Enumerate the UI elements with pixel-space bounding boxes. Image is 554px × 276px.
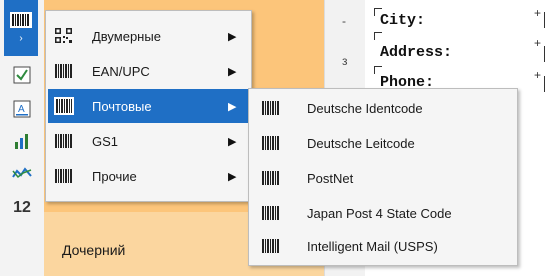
- submenu-item-label: Deutsche Leitcode: [307, 135, 415, 151]
- barcode-icon: [262, 206, 279, 220]
- menu-item-gs1[interactable]: GS1 ▶: [48, 124, 249, 158]
- barcode-icon: [55, 64, 72, 78]
- text-tool-icon: A: [13, 100, 31, 118]
- field-corner: [374, 66, 382, 74]
- submenu-item-label: Intelligent Mail (USPS): [307, 238, 438, 254]
- chevron-right-icon: ›: [19, 33, 23, 44]
- submenu-item-deutsche-identcode[interactable]: Deutsche Identcode: [251, 91, 515, 125]
- field-corner: [374, 32, 382, 40]
- postal-barcode-submenu: Deutsche Identcode Deutsche Leitcode Pos…: [248, 88, 518, 266]
- barcode-category-menu: Двумерные ▶ EAN/UPC ▶ Почтовые ▶ GS1 ▶ П…: [45, 10, 252, 202]
- submenu-arrow-icon: ▶: [228, 100, 237, 113]
- chart-tool-icon: [15, 134, 28, 149]
- barcode-icon: [55, 169, 72, 183]
- checkbox-tool-button[interactable]: [6, 62, 38, 88]
- barcode-icon: [262, 136, 279, 150]
- barcode-icon: [262, 171, 279, 185]
- submenu-item-deutsche-leitcode[interactable]: Deutsche Leitcode: [251, 126, 515, 160]
- menu-item-other[interactable]: Прочие ▶: [48, 159, 249, 193]
- submenu-item-postnet[interactable]: PostNet: [251, 161, 515, 195]
- submenu-item-japan-post[interactable]: Japan Post 4 State Code: [251, 196, 515, 230]
- city-label[interactable]: City:: [380, 12, 425, 29]
- barcode-tool-icon: [10, 12, 32, 28]
- submenu-arrow-icon: ▶: [228, 135, 237, 148]
- menu-item-label: Почтовые: [92, 98, 152, 114]
- submenu-arrow-icon: ▶: [228, 65, 237, 78]
- field-bracket: [544, 76, 551, 92]
- checkbox-tool-icon: [13, 66, 31, 84]
- qr-code-icon: [55, 28, 72, 43]
- submenu-item-label: Japan Post 4 State Code: [307, 205, 452, 221]
- sparkline-tool-icon: [12, 167, 32, 179]
- menu-item-label: GS1: [92, 133, 119, 149]
- menu-item-label: Двумерные: [92, 28, 161, 44]
- number-tool-icon: 12: [13, 199, 31, 216]
- band-label: Дочерний: [62, 242, 126, 258]
- svg-text:A: A: [18, 104, 25, 115]
- menu-item-ean-upc[interactable]: EAN/UPC ▶: [48, 54, 249, 88]
- field-handle: +: [534, 6, 542, 20]
- submenu-arrow-icon: ▶: [228, 30, 237, 43]
- barcode-icon: [54, 97, 74, 115]
- menu-item-label: Прочие: [92, 168, 137, 184]
- menu-item-postal[interactable]: Почтовые ▶: [48, 89, 249, 123]
- field-bracket: [544, 46, 551, 62]
- submenu-item-label: Deutsche Identcode: [307, 100, 423, 116]
- toolbox: › A 12: [0, 0, 45, 276]
- field-bracket: [544, 12, 551, 28]
- barcode-icon: [55, 134, 72, 148]
- gutter-mark: -: [342, 14, 346, 28]
- barcode-icon: [262, 101, 279, 115]
- menu-item-label: EAN/UPC: [92, 63, 150, 79]
- barcode-tool-button[interactable]: ›: [4, 0, 38, 56]
- number-tool-button[interactable]: 12: [6, 195, 38, 221]
- menu-item-2d[interactable]: Двумерные ▶: [48, 19, 249, 53]
- gutter-mark: з: [342, 54, 348, 68]
- field-handle: +: [534, 68, 542, 82]
- field-handle: +: [534, 36, 542, 50]
- submenu-item-intelligent-mail[interactable]: Intelligent Mail (USPS): [251, 229, 515, 263]
- sparkline-tool-button[interactable]: [6, 160, 38, 186]
- barcode-icon: [262, 239, 279, 253]
- submenu-arrow-icon: ▶: [228, 170, 237, 183]
- text-tool-button[interactable]: A: [6, 96, 38, 122]
- address-label[interactable]: Address:: [380, 44, 452, 61]
- chart-tool-button[interactable]: [6, 128, 38, 154]
- submenu-item-label: PostNet: [307, 170, 354, 186]
